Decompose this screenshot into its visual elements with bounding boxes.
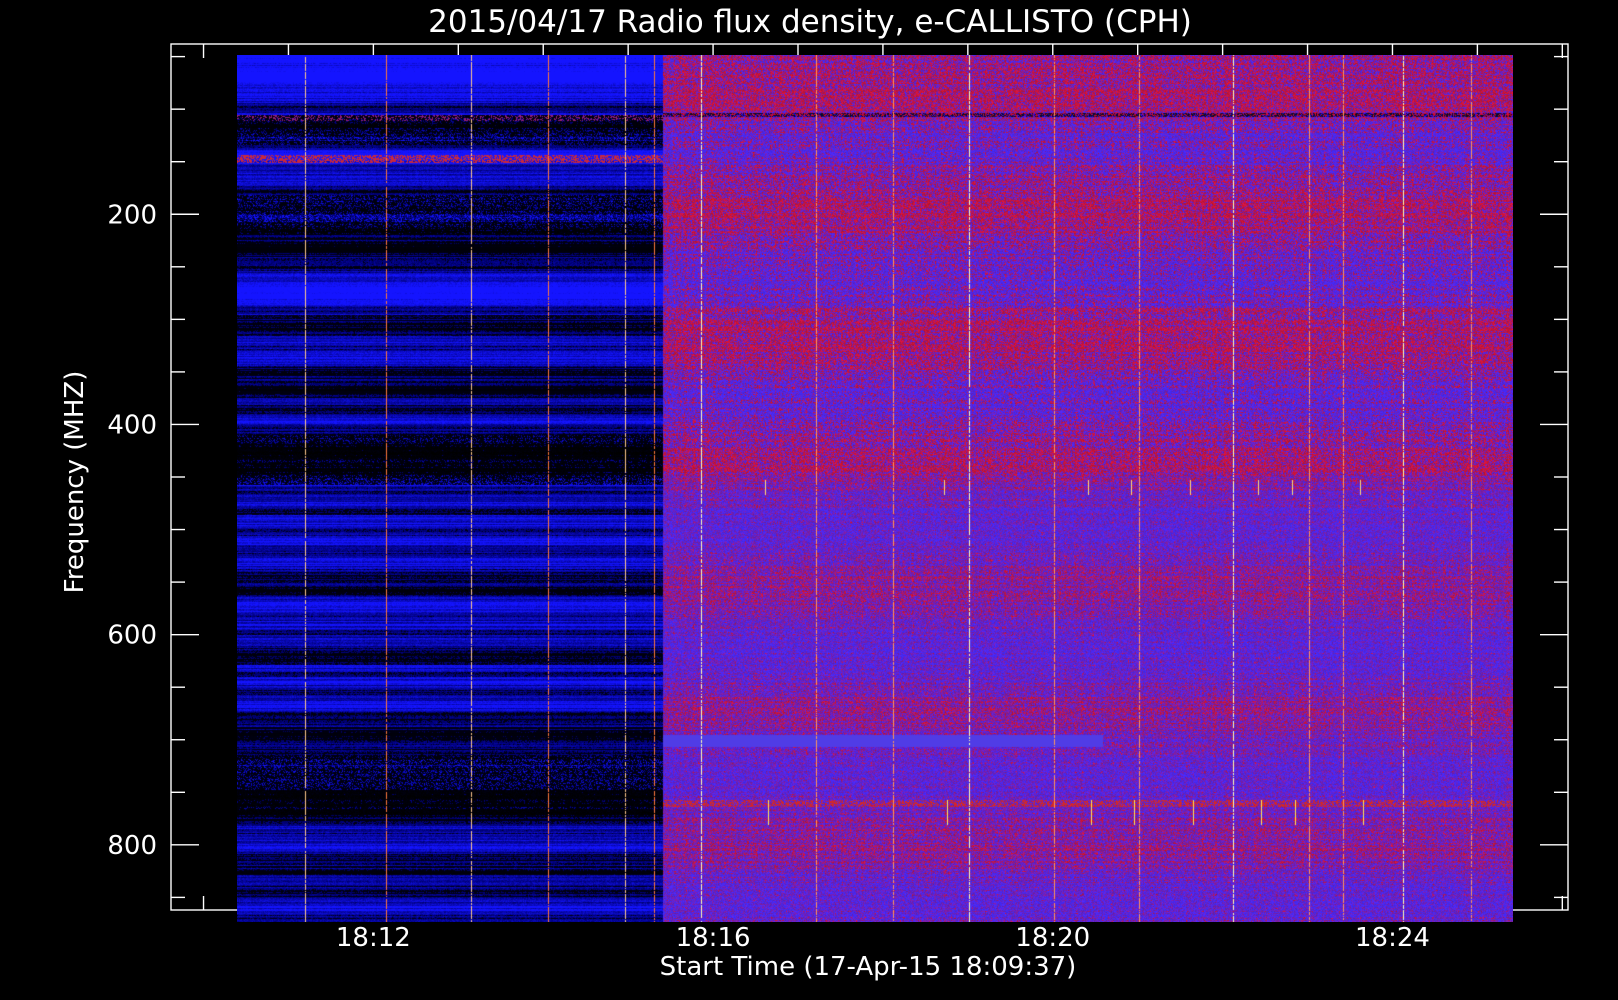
y-tick-label: 400 — [107, 410, 157, 440]
x-axis-label: Start Time (17-Apr-15 18:09:37) — [660, 952, 1077, 982]
x-tick-label: 18:16 — [676, 923, 751, 953]
x-tick-label: 18:20 — [1015, 923, 1090, 953]
y-axis-label: Frequency (MHZ) — [60, 371, 90, 594]
x-tick-label: 18:12 — [336, 923, 411, 953]
spectrogram-heatmap — [237, 54, 1513, 922]
y-tick-label: 600 — [107, 621, 157, 651]
y-tick-label: 800 — [107, 831, 157, 861]
x-tick-label: 18:24 — [1355, 923, 1430, 953]
chart-title: 2015/04/17 Radio flux density, e-CALLIST… — [428, 4, 1192, 40]
y-tick-label: 200 — [107, 200, 157, 230]
